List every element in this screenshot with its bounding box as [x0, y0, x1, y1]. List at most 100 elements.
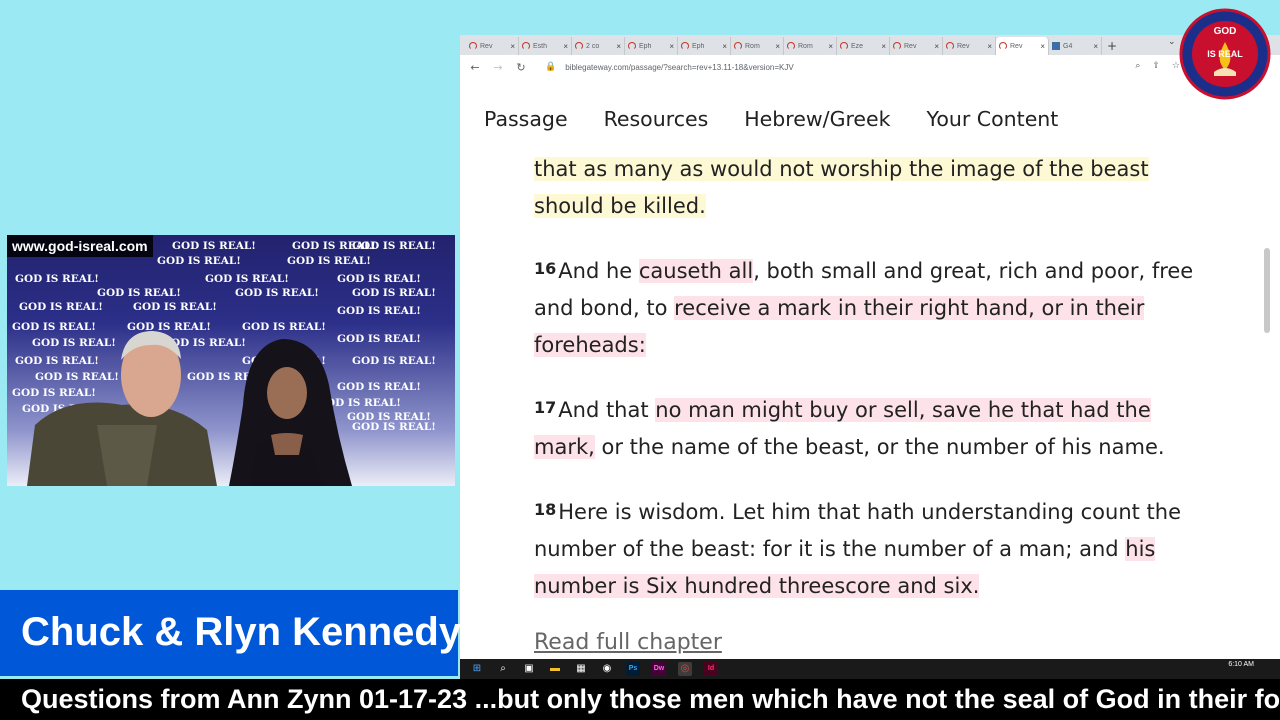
man-shirt-front — [97, 425, 157, 486]
logo-top-text: GOD — [1214, 26, 1237, 37]
browser-tab[interactable]: Esth × — [519, 37, 572, 55]
tab-strip: Rev × Esth × 2 co × Eph × Eph × Rom × Rom × Eze × Rev × Re… — [460, 35, 1280, 55]
edge-icon[interactable]: ◉ — [600, 662, 614, 676]
browser-tab[interactable]: Rev × — [943, 37, 996, 55]
nav-hebrew-greek[interactable]: Hebrew/Greek — [744, 107, 890, 131]
verse-17: 17And that no man might buy or sell, sav… — [534, 389, 1194, 466]
tab-title: Rev — [1010, 42, 1023, 50]
tab-search-button[interactable]: ⌄ — [1168, 37, 1176, 47]
verse-text: Here is wisdom. Let him that hath unders… — [534, 500, 1182, 561]
dreamweaver-icon[interactable]: Dw — [652, 662, 666, 676]
biblegateway-icon — [999, 42, 1007, 50]
close-icon[interactable]: × — [616, 42, 621, 51]
read-full-chapter-link[interactable]: Read full chapter — [534, 630, 722, 655]
close-icon[interactable]: × — [669, 42, 674, 51]
verse-number: 18 — [534, 500, 557, 519]
search-icon[interactable]: ⌕ — [496, 662, 510, 676]
lock-icon[interactable]: 🔒 — [545, 62, 556, 72]
biblegateway-icon — [681, 42, 689, 50]
photoshop-icon[interactable]: Ps — [626, 662, 640, 676]
browser-tab[interactable]: Eph × — [678, 37, 731, 55]
biblegateway-icon — [946, 42, 954, 50]
browser-tab[interactable]: Eze × — [837, 37, 890, 55]
file-explorer-icon[interactable]: ▬ — [548, 662, 562, 676]
biblegateway-icon — [522, 42, 530, 50]
close-icon[interactable]: × — [563, 42, 568, 51]
close-icon[interactable]: × — [828, 42, 833, 51]
browser-tab[interactable]: Rom × — [731, 37, 784, 55]
verse-18: 18Here is wisdom. Let him that hath unde… — [534, 491, 1194, 605]
scrollbar-thumb[interactable] — [1264, 248, 1270, 333]
tab-title: 2 co — [586, 42, 600, 50]
browser-window: Rev × Esth × 2 co × Eph × Eph × Rom × Rom × Eze × Rev × Re… — [460, 35, 1280, 662]
verse-15-end: that as many as would not worship the im… — [534, 151, 1194, 225]
verse-text: or the name of the beast, or the number … — [594, 435, 1165, 459]
woman-face — [267, 367, 307, 419]
biblegateway-icon — [469, 42, 477, 50]
verse-text: And he — [558, 259, 639, 283]
close-icon[interactable]: × — [881, 42, 886, 51]
back-button[interactable]: ← — [468, 61, 482, 74]
store-icon[interactable]: ▦ — [574, 662, 588, 676]
taskbar-clock[interactable]: 6:10 AM — [1228, 660, 1254, 669]
verse-text: And that — [558, 398, 656, 422]
close-icon[interactable]: × — [722, 42, 727, 51]
chrome-icon[interactable]: ◎ — [678, 662, 692, 676]
tab-title: Rev — [957, 42, 970, 50]
presenter-names: Chuck & Rlyn Kennedy — [21, 610, 462, 654]
browser-tab[interactable]: Eph × — [625, 37, 678, 55]
browser-tab[interactable]: Rom × — [784, 37, 837, 55]
name-banner: Chuck & Rlyn Kennedy — [0, 590, 462, 676]
browser-tab[interactable]: 2 co × — [572, 37, 625, 55]
biblegateway-icon — [575, 42, 583, 50]
browser-tab[interactable]: Rev × — [890, 37, 943, 55]
forward-button[interactable]: → — [491, 61, 505, 74]
webcam-video: GOD IS REAL!GOD IS REAL!GOD IS REAL!GOD … — [7, 235, 455, 486]
close-icon[interactable]: × — [934, 42, 939, 51]
tab-title: Rev — [480, 42, 493, 50]
windows-taskbar: ⊞ ⌕ ▣ ▬ ▦ ◉ Ps Dw ◎ Id 6:10 AM — [460, 659, 1280, 679]
address-bar[interactable]: biblegateway.com/passage/?search=rev+13.… — [565, 63, 794, 72]
biblegateway-icon — [840, 42, 848, 50]
woman-neck — [271, 433, 303, 455]
highlight-pink: causeth all — [638, 259, 754, 283]
verse-number: 17 — [534, 398, 557, 417]
tab-title: Eph — [639, 42, 652, 50]
browser-tab[interactable]: G4 × — [1049, 37, 1102, 55]
close-icon[interactable]: × — [987, 42, 992, 51]
task-view-icon[interactable]: ▣ — [522, 662, 536, 676]
close-icon[interactable]: × — [775, 42, 780, 51]
biblegateway-icon — [893, 42, 901, 50]
tab-title: Rev — [904, 42, 917, 50]
presenters — [27, 331, 352, 486]
nav-resources[interactable]: Resources — [604, 107, 709, 131]
tab-title: Eze — [851, 42, 864, 50]
biblegateway-icon — [734, 42, 742, 50]
highlight-yellow: that as many as would not worship the im… — [534, 157, 1149, 218]
toolbar-icons: ⌕ ⇪ ☆ — [1135, 61, 1180, 71]
indesign-icon[interactable]: Id — [704, 662, 718, 676]
website-label: www.god-isreal.com — [7, 235, 153, 257]
share-icon[interactable]: ⇪ — [1152, 61, 1160, 71]
page-icon — [1052, 42, 1060, 50]
tab-title: G4 — [1063, 42, 1073, 50]
ticker-text: Questions from Ann Zynn 01-17-23 ...but … — [21, 684, 1280, 714]
close-icon[interactable]: × — [1093, 42, 1098, 51]
browser-toolbar: ← → ↻ 🔒 biblegateway.com/passage/?search… — [460, 55, 1280, 79]
close-icon[interactable]: × — [1040, 42, 1045, 51]
tab-title: Rom — [798, 42, 813, 50]
reload-button[interactable]: ↻ — [514, 61, 528, 74]
church-seal-logo: GOD IS REAL — [1179, 8, 1271, 100]
nav-passage[interactable]: Passage — [484, 107, 568, 131]
new-tab-button[interactable]: + — [1102, 37, 1122, 55]
verse-number: 16 — [534, 259, 557, 278]
close-icon[interactable]: × — [510, 42, 515, 51]
logo-middle-text: IS REAL — [1207, 49, 1243, 59]
start-icon[interactable]: ⊞ — [470, 662, 484, 676]
browser-tab[interactable]: Rev × — [466, 37, 519, 55]
browser-tab[interactable]: Rev × — [996, 37, 1049, 55]
nav-your-content[interactable]: Your Content — [927, 107, 1059, 131]
zoom-icon[interactable]: ⌕ — [1135, 61, 1140, 71]
news-ticker: Questions from Ann Zynn 01-17-23 ...but … — [0, 679, 1280, 720]
passage-text: that as many as would not worship the im… — [534, 151, 1194, 605]
